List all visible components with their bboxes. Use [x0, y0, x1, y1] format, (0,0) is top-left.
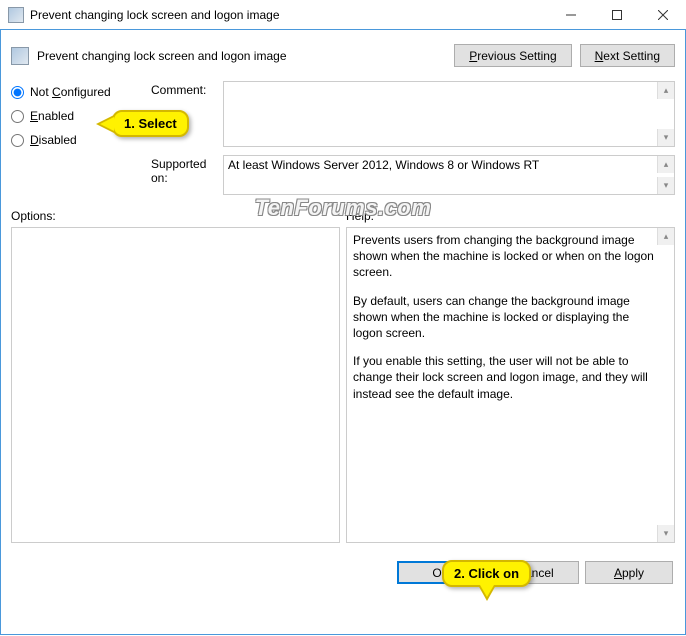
- window-controls: [548, 0, 686, 29]
- minimize-button[interactable]: [548, 0, 594, 29]
- scroll-down-icon[interactable]: ▾: [657, 129, 674, 146]
- next-setting-button[interactable]: Next Setting: [580, 44, 675, 67]
- radio-disabled-input[interactable]: [11, 134, 24, 147]
- apply-button[interactable]: Apply: [585, 561, 673, 584]
- scroll-up-icon[interactable]: ▴: [657, 82, 674, 99]
- help-label: Help:: [346, 209, 675, 223]
- callout-select: 1. Select: [112, 110, 189, 137]
- previous-setting-button[interactable]: Previous Setting: [454, 44, 571, 67]
- scroll-up-icon[interactable]: ▴: [657, 156, 674, 173]
- help-pane: Prevents users from changing the backgro…: [346, 227, 675, 543]
- policy-icon: [11, 47, 29, 65]
- supported-field: At least Windows Server 2012, Windows 8 …: [223, 155, 675, 195]
- header-row: Prevent changing lock screen and logon i…: [11, 44, 675, 67]
- footer-buttons: OK Cancel Apply: [1, 551, 685, 594]
- help-text-3: If you enable this setting, the user wil…: [353, 353, 654, 402]
- scroll-down-icon[interactable]: ▾: [657, 525, 674, 542]
- radio-enabled-input[interactable]: [11, 110, 24, 123]
- titlebar: Prevent changing lock screen and logon i…: [0, 0, 686, 30]
- app-icon: [8, 7, 24, 23]
- comment-label: Comment:: [151, 83, 206, 97]
- window-title: Prevent changing lock screen and logon i…: [30, 8, 548, 22]
- scroll-down-icon[interactable]: ▾: [657, 177, 674, 194]
- callout-click: 2. Click on: [442, 560, 531, 587]
- comment-field[interactable]: ▴ ▾: [223, 81, 675, 147]
- options-pane: [11, 227, 340, 543]
- supported-label: Supported on:: [151, 157, 206, 185]
- help-text-1: Prevents users from changing the backgro…: [353, 232, 654, 281]
- policy-title: Prevent changing lock screen and logon i…: [37, 49, 446, 63]
- radio-not-configured[interactable]: Not Configured: [11, 85, 151, 99]
- maximize-button[interactable]: [594, 0, 640, 29]
- help-text-2: By default, users can change the backgro…: [353, 293, 654, 342]
- scroll-up-icon[interactable]: ▴: [657, 228, 674, 245]
- options-label: Options:: [11, 209, 340, 223]
- radio-not-configured-input[interactable]: [11, 86, 24, 99]
- close-button[interactable]: [640, 0, 686, 29]
